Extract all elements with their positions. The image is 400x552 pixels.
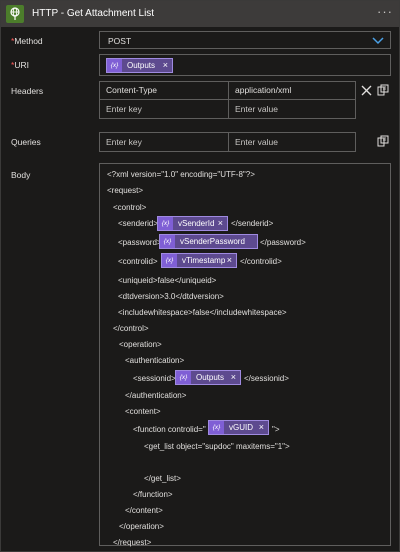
code-line: <control>	[113, 203, 147, 212]
method-label: *Method	[11, 36, 43, 46]
expression-icon: {x}	[107, 59, 122, 72]
remove-token-icon[interactable]: ×	[227, 255, 232, 265]
chevron-down-icon	[372, 37, 384, 45]
action-header[interactable]: HTTP - Get Attachment List ···	[1, 1, 399, 27]
switch-mode-icon[interactable]	[377, 84, 389, 96]
headers-label: Headers	[11, 86, 44, 96]
header-key-cell[interactable]: Content-Type	[99, 81, 229, 100]
code-line: </function>	[133, 490, 173, 499]
header-key-input[interactable]: Enter key	[99, 99, 229, 119]
action-title: HTTP - Get Attachment List	[32, 8, 155, 19]
code-line: </request>	[113, 538, 152, 547]
code-line: </authentication>	[125, 391, 187, 400]
expression-icon: {x}	[158, 217, 173, 230]
query-key-input[interactable]: Enter key	[99, 132, 229, 152]
code-line: <get_list object="supdoc" maxitems="1">	[144, 442, 290, 451]
code-line: </controlid>	[240, 257, 282, 266]
remove-token-icon[interactable]: ×	[259, 422, 264, 432]
code-line: <content>	[125, 407, 161, 416]
code-line: </get_list>	[144, 474, 181, 483]
ellipsis-icon[interactable]: ···	[377, 4, 393, 19]
code-line: <request>	[107, 186, 144, 195]
code-line: <sessionid>	[133, 374, 176, 383]
close-icon[interactable]	[361, 85, 372, 96]
code-line: <uniqueid>false</uniqueid>	[118, 276, 217, 285]
body-label: Body	[11, 170, 31, 180]
code-line: <function controlid="	[133, 425, 206, 434]
code-line: </content>	[125, 506, 163, 515]
code-line: </operation>	[119, 522, 164, 531]
remove-token-icon[interactable]: ×	[231, 372, 236, 382]
method-select[interactable]: POST	[99, 31, 391, 49]
sender-password-token[interactable]: {x} vSenderPassword	[159, 234, 258, 249]
remove-token-icon[interactable]: ×	[163, 60, 168, 70]
expression-icon: {x}	[162, 254, 177, 267]
code-line: ">	[272, 425, 280, 434]
code-line: </senderid>	[231, 219, 274, 228]
uri-outputs-token[interactable]: {x} Outputs ×	[106, 58, 173, 73]
remove-token-icon[interactable]: ×	[218, 218, 223, 228]
code-line: </password>	[260, 238, 306, 247]
code-line: </control>	[113, 324, 149, 333]
timestamp-token[interactable]: {x} vTimestamp ×	[161, 253, 237, 268]
query-value-input[interactable]: Enter value	[228, 132, 356, 152]
expression-icon: {x}	[176, 371, 191, 384]
uri-input[interactable]: {x} Outputs ×	[99, 54, 391, 76]
code-line: <operation>	[119, 340, 162, 349]
uri-label: *URI	[11, 60, 29, 70]
code-line: </sessionid>	[244, 374, 289, 383]
expression-icon: {x}	[160, 235, 175, 248]
queries-label: Queries	[11, 137, 41, 147]
code-line: <includewhitespace>false</includewhitesp…	[118, 308, 287, 317]
code-line: <?xml version="1.0" encoding="UTF-8"?>	[107, 170, 255, 179]
session-outputs-token[interactable]: {x} Outputs ×	[175, 370, 241, 385]
code-line: <controlid>	[118, 257, 158, 266]
sender-id-token[interactable]: {x} vSenderId ×	[157, 216, 228, 231]
code-line: <senderid>	[118, 219, 159, 228]
switch-mode-icon[interactable]	[377, 135, 389, 147]
guid-token[interactable]: {x} vGUID ×	[208, 420, 269, 435]
code-line: <password>	[118, 238, 162, 247]
code-line: <dtdversion>3.0</dtdversion>	[118, 292, 224, 301]
method-value: POST	[108, 36, 132, 46]
expression-icon: {x}	[209, 421, 224, 434]
globe-icon	[6, 5, 24, 23]
code-line: <authentication>	[125, 356, 185, 365]
header-value-input[interactable]: Enter value	[228, 99, 356, 119]
header-value-cell[interactable]: application/xml	[228, 81, 356, 100]
